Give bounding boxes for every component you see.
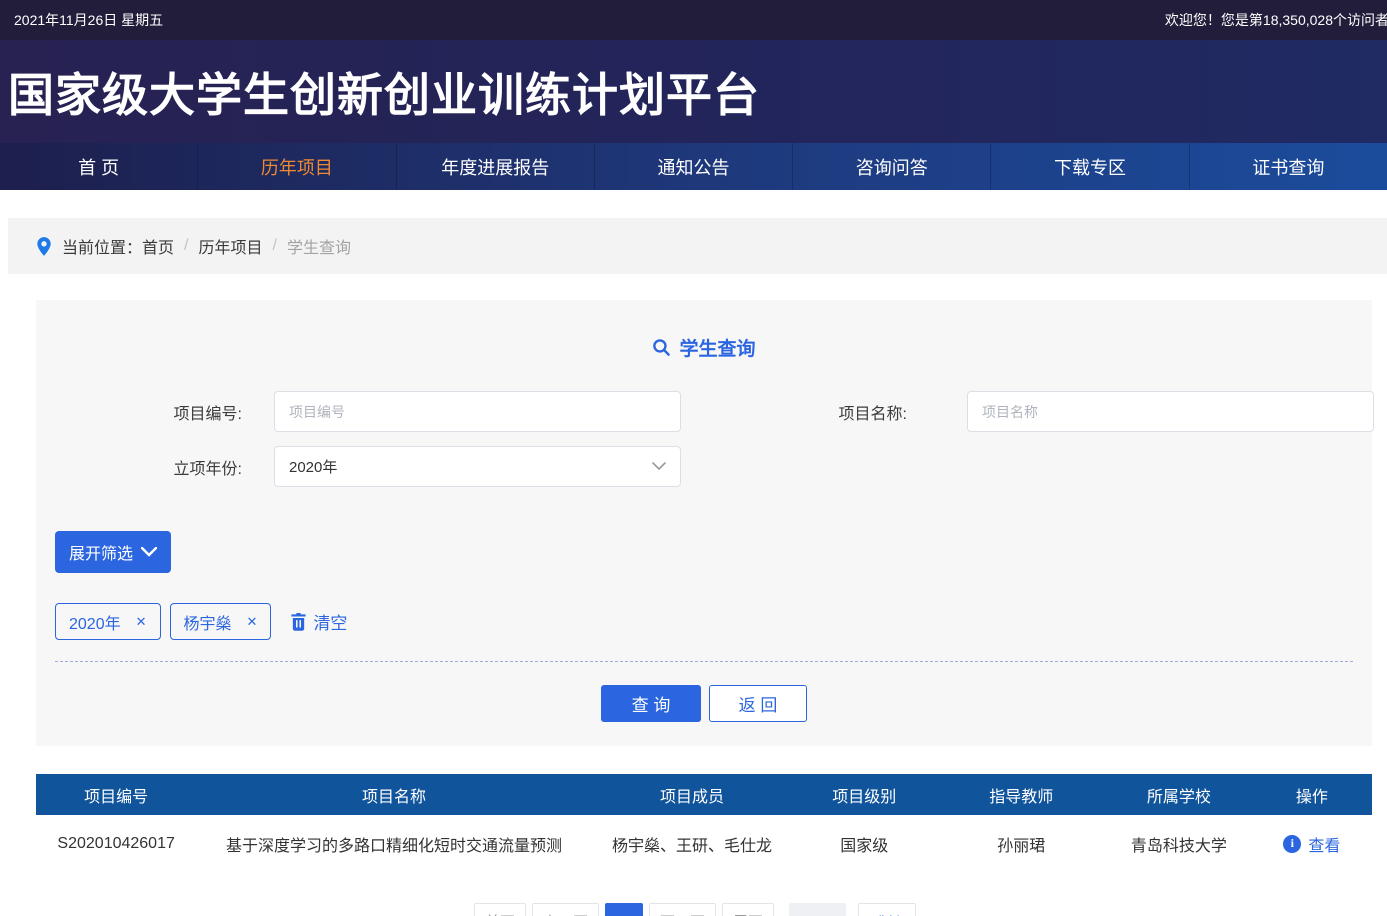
- cell-project-code: S202010426017: [36, 835, 196, 853]
- year-label: 立项年份:: [112, 455, 242, 479]
- clear-filters-label: 清空: [313, 609, 347, 634]
- expand-filter-label: 展开筛选: [69, 540, 133, 564]
- form-row-1: 项目编号: 项目名称:: [36, 391, 1372, 432]
- breadcrumb-past-projects[interactable]: 历年项目: [198, 234, 262, 258]
- nav-item-past-projects[interactable]: 历年项目: [197, 143, 395, 190]
- nav-item-home[interactable]: 首 页: [0, 143, 197, 190]
- results-table: 项目编号 项目名称 项目成员 项目级别 指导教师 所属学校 操作 S202010…: [36, 774, 1372, 872]
- filter-tag-label: 2020年: [69, 610, 121, 634]
- col-header-level: 项目级别: [792, 783, 936, 807]
- page-last-button[interactable]: 尾页: [722, 903, 774, 916]
- remove-tag-icon[interactable]: ✕: [247, 614, 258, 630]
- form-row-2: 立项年份: 2020年: [36, 446, 1372, 487]
- cell-actions: i 查看: [1252, 832, 1372, 856]
- page-prev-button[interactable]: 上一页: [532, 903, 599, 916]
- cell-level: 国家级: [792, 832, 936, 856]
- breadcrumb-student-search: 学生查询: [287, 234, 351, 258]
- page-jump-input[interactable]: [789, 903, 846, 916]
- project-name-input[interactable]: [967, 391, 1374, 432]
- site-banner: 国家级大学生创新创业训练计划平台: [0, 40, 1387, 143]
- panel-title-text: 学生查询: [679, 334, 755, 361]
- cell-members: 杨宇燊、王研、毛仕龙: [592, 832, 792, 856]
- dashed-divider: [55, 661, 1353, 662]
- current-date: 2021年11月26日 星期五: [14, 10, 163, 30]
- nav-item-annual-reports[interactable]: 年度进展报告: [396, 143, 594, 190]
- nav-item-notices[interactable]: 通知公告: [594, 143, 792, 190]
- page-jump-button[interactable]: 跳转: [858, 903, 916, 916]
- breadcrumb-prefix: 当前位置：: [62, 234, 142, 258]
- cell-school: 青岛科技大学: [1106, 832, 1252, 856]
- nav-item-qa[interactable]: 咨询问答: [792, 143, 990, 190]
- project-code-field: 项目编号:: [112, 391, 681, 432]
- breadcrumb: 当前位置： 首页 / 历年项目 / 学生查询: [8, 218, 1387, 274]
- breadcrumb-home[interactable]: 首页: [142, 234, 174, 258]
- col-header-actions: 操作: [1252, 783, 1372, 807]
- nav-item-certificate-lookup[interactable]: 证书查询: [1189, 143, 1387, 190]
- search-icon: [652, 338, 671, 357]
- search-button[interactable]: 查 询: [601, 685, 701, 722]
- chevron-down-icon: [652, 462, 666, 471]
- info-icon: i: [1283, 835, 1301, 853]
- col-header-members: 项目成员: [592, 783, 792, 807]
- breadcrumb-separator: /: [273, 237, 277, 255]
- col-header-school: 所属学校: [1106, 783, 1252, 807]
- pagination: 首页 上一页 1 下一页 尾页 跳转: [0, 903, 1387, 916]
- filter-tag-student: 杨宇燊 ✕: [170, 603, 272, 640]
- form-actions: 查 询 返 回: [36, 685, 1372, 722]
- table-header-row: 项目编号 项目名称 项目成员 项目级别 指导教师 所属学校 操作: [36, 774, 1372, 815]
- expand-filter-button[interactable]: 展开筛选: [55, 531, 171, 573]
- back-button[interactable]: 返 回: [709, 685, 807, 722]
- location-pin-icon: [36, 236, 52, 257]
- project-code-label: 项目编号:: [112, 400, 242, 424]
- view-link[interactable]: i 查看: [1283, 832, 1340, 856]
- cell-teacher: 孙丽珺: [936, 832, 1106, 856]
- visitor-counter: 欢迎您！您是第18,350,028个访问者: [1165, 10, 1387, 30]
- col-header-project-code: 项目编号: [36, 783, 196, 807]
- project-name-field: 项目名称:: [812, 391, 1374, 432]
- panel-title: 学生查询: [36, 334, 1372, 361]
- clear-filters-button[interactable]: 清空: [290, 609, 347, 634]
- remove-tag-icon[interactable]: ✕: [136, 614, 147, 630]
- col-header-project-name: 项目名称: [196, 783, 591, 807]
- page-next-button[interactable]: 下一页: [649, 903, 716, 916]
- site-title: 国家级大学生创新创业训练计划平台: [0, 59, 760, 125]
- page-number-current[interactable]: 1: [605, 903, 643, 916]
- nav-item-downloads[interactable]: 下载专区: [990, 143, 1188, 190]
- page-first-button[interactable]: 首页: [474, 903, 526, 916]
- chevron-down-icon: [141, 547, 157, 557]
- view-link-label: 查看: [1308, 832, 1340, 856]
- top-info-bar: 2021年11月26日 星期五 欢迎您！您是第18,350,028个访问者: [0, 0, 1387, 40]
- student-search-panel: 学生查询 项目编号: 项目名称: 立项年份: 2020年 展开筛选 2020年 …: [36, 300, 1372, 746]
- project-code-input[interactable]: [274, 391, 681, 432]
- cell-project-name: 基于深度学习的多路口精细化短时交通流量预测: [196, 832, 591, 856]
- active-filter-tags: 2020年 ✕ 杨宇燊 ✕ 清空: [55, 603, 1372, 640]
- year-select-value: 2020年: [289, 456, 337, 477]
- filter-tag-year: 2020年 ✕: [55, 603, 161, 640]
- filter-tag-label: 杨宇燊: [184, 610, 232, 634]
- trash-icon: [290, 612, 307, 631]
- project-name-label: 项目名称:: [812, 400, 907, 424]
- col-header-teacher: 指导教师: [936, 783, 1106, 807]
- main-nav: 首 页 历年项目 年度进展报告 通知公告 咨询问答 下载专区 证书查询: [0, 143, 1387, 190]
- year-select[interactable]: 2020年: [274, 446, 681, 487]
- breadcrumb-separator: /: [184, 237, 188, 255]
- table-row: S202010426017 基于深度学习的多路口精细化短时交通流量预测 杨宇燊、…: [36, 815, 1372, 872]
- year-field: 立项年份: 2020年: [112, 446, 681, 487]
